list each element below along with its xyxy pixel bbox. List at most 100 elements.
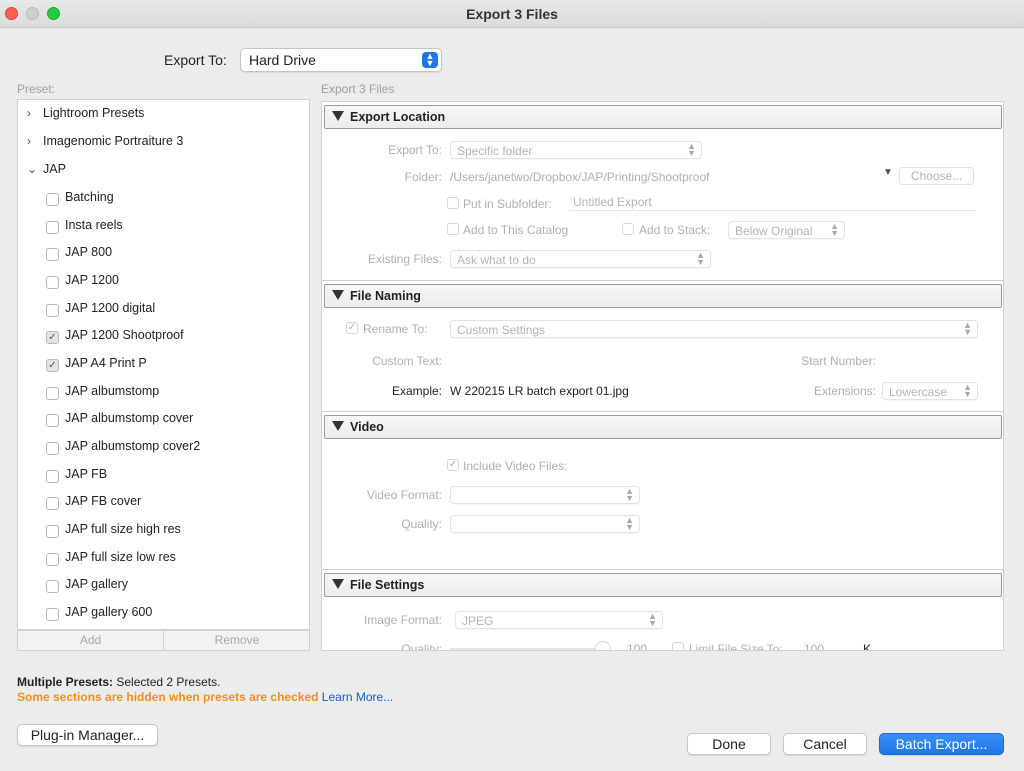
subfolder-name-field[interactable]: Untitled Export — [570, 193, 976, 211]
image-format-value: JPEG — [462, 614, 494, 628]
put-in-subfolder-checkbox[interactable] — [447, 197, 459, 209]
start-number-label: Start Number: — [801, 354, 876, 368]
section-title: File Naming — [350, 289, 421, 303]
preset-item[interactable]: JAP FB cover — [18, 493, 309, 513]
export-location-select[interactable]: Specific folder ▲ ▼ — [450, 141, 702, 159]
video-format-select[interactable]: ▲ ▼ — [450, 486, 640, 504]
cancel-button[interactable]: Cancel — [783, 733, 867, 755]
preset-item[interactable]: ✓ JAP 1200 Shootproof — [18, 327, 309, 347]
preset-checkbox[interactable] — [46, 221, 59, 234]
preset-folder-jap[interactable]: ⌄ JAP — [18, 161, 309, 181]
preset-item[interactable]: JAP full size high res — [18, 521, 309, 541]
section-title: Export Location — [350, 110, 446, 124]
title-bar: Export 3 Files — [0, 0, 1024, 28]
video-quality-select[interactable]: ▲ ▼ — [450, 515, 640, 533]
plugin-manager-button[interactable]: Plug-in Manager... — [17, 724, 158, 746]
chevron-right-icon: › — [27, 106, 31, 120]
section-export-location-header[interactable]: Export Location — [324, 105, 1002, 129]
extensions-label: Extensions: — [813, 384, 876, 398]
add-to-catalog-label: Add to This Catalog — [463, 223, 569, 237]
video-format-label: Video Format: — [366, 488, 442, 502]
limit-file-size-value[interactable]: 100 — [804, 642, 824, 650]
section-export-location-body: Export To: Specific folder ▲ ▼ Folder: /U… — [322, 130, 1003, 281]
preset-checkbox[interactable] — [46, 553, 59, 566]
preset-checkbox[interactable] — [46, 248, 59, 261]
preset-item[interactable]: JAP albumstomp — [18, 383, 309, 403]
extensions-value: Lowercase — [889, 385, 948, 399]
preset-item[interactable]: JAP 1200 — [18, 272, 309, 292]
image-format-select[interactable]: JPEG ▲ ▼ — [455, 611, 663, 629]
preset-checkbox[interactable] — [46, 442, 59, 455]
preset-checkbox[interactable] — [46, 580, 59, 593]
choose-folder-button[interactable]: Choose... — [899, 167, 974, 185]
add-preset-button[interactable]: Add — [18, 631, 164, 650]
section-video-header[interactable]: Video — [324, 415, 1002, 439]
preset-list[interactable]: › Lightroom Presets › Imagenomic Portrai… — [17, 99, 310, 630]
preset-item[interactable]: JAP albumstomp cover2 — [18, 438, 309, 458]
preset-item[interactable]: JAP 1200 digital — [18, 300, 309, 320]
preset-item[interactable]: JAP full size low res — [18, 549, 309, 569]
learn-more-link[interactable]: Learn More... — [322, 690, 393, 704]
add-to-stack-checkbox[interactable] — [622, 223, 634, 235]
preset-item-label: JAP 1200 Shootproof — [65, 328, 184, 342]
preset-checkbox[interactable] — [46, 525, 59, 538]
preset-checkbox[interactable]: ✓ — [46, 359, 59, 372]
preset-item[interactable]: ✓ JAP A4 Print P — [18, 355, 309, 375]
export-location-value: Specific folder — [457, 144, 533, 158]
done-button[interactable]: Done — [687, 733, 771, 755]
settings-panel[interactable]: Export Location Export To: Specific fold… — [321, 101, 1004, 651]
preset-folder-label: Imagenomic Portraiture 3 — [43, 134, 184, 148]
preset-checkbox[interactable] — [46, 193, 59, 206]
include-video-checkbox[interactable]: ✓ — [447, 459, 459, 471]
chevron-updown-icon: ▲ ▼ — [648, 611, 657, 628]
preset-checkbox[interactable] — [46, 387, 59, 400]
preset-item[interactable]: Batching — [18, 189, 309, 209]
chevron-updown-icon: ▲ ▼ — [963, 382, 972, 399]
existing-files-label: Existing Files: — [367, 252, 442, 266]
section-file-settings-body: Image Format: JPEG ▲ ▼ Quality: 100 Limit… — [322, 598, 1003, 651]
quality-slider-track[interactable] — [450, 648, 610, 650]
preset-item[interactable]: Insta reels — [18, 217, 309, 237]
preset-checkbox[interactable] — [46, 276, 59, 289]
disclosure-triangle-icon — [332, 111, 344, 121]
multiple-presets-value: Selected 2 Presets. — [116, 675, 221, 689]
add-to-catalog-checkbox[interactable] — [447, 223, 459, 235]
preset-item-label: JAP gallery 600 — [65, 605, 153, 619]
quality-value: 100 — [627, 642, 648, 651]
preset-checkbox[interactable] — [46, 414, 59, 427]
folder-dropdown-icon[interactable]: ▼ — [883, 167, 893, 178]
preset-item[interactable]: JAP gallery 600 — [18, 604, 309, 624]
stack-position-select[interactable]: Below Original ▲ ▼ — [728, 221, 845, 239]
batch-export-button[interactable]: Batch Export... — [879, 733, 1004, 755]
preset-folder-imagenomic[interactable]: › Imagenomic Portraiture 3 — [18, 133, 309, 153]
preset-checkbox[interactable] — [46, 304, 59, 317]
preset-folder-lightroom[interactable]: › Lightroom Presets — [18, 105, 309, 125]
remove-preset-button[interactable]: Remove — [164, 631, 310, 650]
preset-item-label: JAP FB — [65, 467, 108, 481]
preset-item-label: JAP A4 Print P — [65, 356, 147, 370]
preset-checkbox[interactable] — [46, 497, 59, 510]
limit-file-size-checkbox[interactable] — [672, 642, 684, 650]
existing-files-select[interactable]: Ask what to do ▲ ▼ — [450, 250, 711, 268]
section-file-naming-header[interactable]: File Naming — [324, 284, 1002, 308]
section-file-settings-header[interactable]: File Settings — [324, 573, 1002, 597]
preset-checkbox[interactable] — [46, 608, 59, 621]
settings-caption: Export 3 Files — [321, 82, 395, 96]
chevron-updown-icon: ▲ ▼ — [625, 515, 634, 532]
preset-checkbox[interactable] — [46, 470, 59, 483]
folder-path: /Users/janetwo/Dropbox/JAP/Printing/Shoo… — [450, 170, 710, 184]
rename-to-checkbox[interactable]: ✓ — [346, 322, 358, 334]
preset-item-label: JAP 1200 — [65, 273, 119, 287]
video-quality-label: Quality: — [401, 517, 442, 531]
preset-item[interactable]: JAP FB — [18, 466, 309, 486]
quality-slider-knob[interactable] — [595, 641, 611, 650]
preset-item-label: JAP albumstomp — [65, 384, 160, 398]
extensions-select[interactable]: Lowercase ▲ ▼ — [882, 382, 978, 400]
preset-item[interactable]: JAP gallery — [18, 576, 309, 596]
folder-label: Folder: — [404, 170, 442, 184]
preset-item[interactable]: JAP 800 — [18, 244, 309, 264]
rename-template-select[interactable]: Custom Settings ▲ ▼ — [450, 320, 978, 338]
preset-checkbox[interactable]: ✓ — [46, 331, 59, 344]
export-to-select[interactable]: Hard Drive ▲ ▼ — [240, 48, 442, 72]
preset-item[interactable]: JAP albumstomp cover — [18, 410, 309, 430]
